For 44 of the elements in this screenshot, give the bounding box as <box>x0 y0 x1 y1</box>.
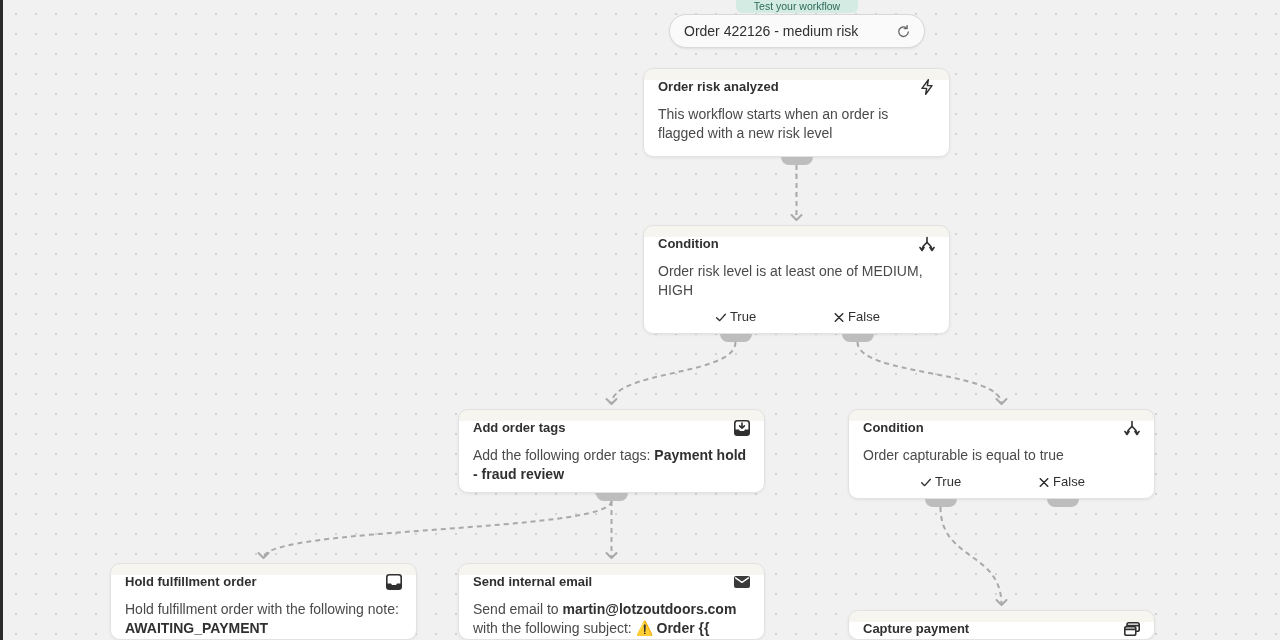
branch-label: False <box>848 308 880 326</box>
node-description: Send email to martin@lotzoutdoors.com with the following subject: ⚠ Order {{ <box>473 600 738 638</box>
node-title: Capture payment <box>863 620 970 638</box>
refresh-icon <box>897 24 910 38</box>
port-handle[interactable] <box>780 157 813 165</box>
port-handle[interactable] <box>841 334 874 342</box>
port-handle[interactable] <box>1046 499 1079 507</box>
action-card[interactable]: Add order tags Add the following order tags: Payment hold - fraud review <box>458 409 765 493</box>
branch-icon <box>1124 420 1140 436</box>
action-card[interactable]: Send internal email Send email to martin@lotzoutdoors.com with the following subject: ⚠ Order {{ <box>458 563 765 640</box>
envelope-icon <box>734 574 750 590</box>
test-workflow-label: Test your workflow <box>735 0 859 13</box>
node-description: Add the following order tags: Payment hold - fraud review <box>473 446 748 484</box>
branch-icon <box>919 236 935 252</box>
connector-arrow <box>790 164 803 221</box>
lightning-icon <box>919 79 935 95</box>
cross-icon <box>1039 477 1050 487</box>
cross-icon <box>834 312 845 322</box>
node-title: Condition <box>863 419 924 437</box>
check-icon <box>715 312 726 322</box>
condition-card[interactable]: Condition Order risk level is at least one of MEDIUM, HIGH True False <box>643 225 950 334</box>
node-description: Order risk level is at least one of MEDIUM, HIGH <box>658 262 924 300</box>
action-card[interactable]: Capture payment <box>848 610 1155 640</box>
tray-icon <box>386 574 402 590</box>
action-card[interactable]: Hold fulfillment order Hold fulfillment order with the following note: AWAITING_PAYMENT <box>110 563 417 640</box>
node-title: Add order tags <box>473 419 566 437</box>
branch-label: True <box>729 308 757 326</box>
branch-label: False <box>1053 473 1085 491</box>
node-title: Order risk analyzed <box>658 78 779 96</box>
port-handle[interactable] <box>595 493 628 501</box>
port-handle[interactable] <box>924 499 957 507</box>
node-description: Hold fulfillment order with the following note: AWAITING_PAYMENT <box>125 600 400 638</box>
node-description: Order capturable is equal to true <box>863 446 1065 465</box>
node-title: Hold fulfillment order <box>125 573 257 591</box>
check-icon <box>920 477 931 487</box>
node-title: Condition <box>658 235 719 253</box>
branch-label: True <box>934 473 962 491</box>
order-selector[interactable]: Order 422126 - medium risk <box>669 14 925 48</box>
node-title: Send internal email <box>473 573 593 591</box>
node-description: This workflow starts when an order is flagged with a new risk level <box>658 105 890 143</box>
trigger-card[interactable]: Order risk analyzed This workflow starts when an order is flagged with a new risk level <box>643 68 950 157</box>
condition-card[interactable]: Condition Order capturable is equal to true True False <box>848 409 1155 499</box>
cards-icon <box>1124 621 1140 637</box>
port-handle[interactable] <box>719 334 752 342</box>
